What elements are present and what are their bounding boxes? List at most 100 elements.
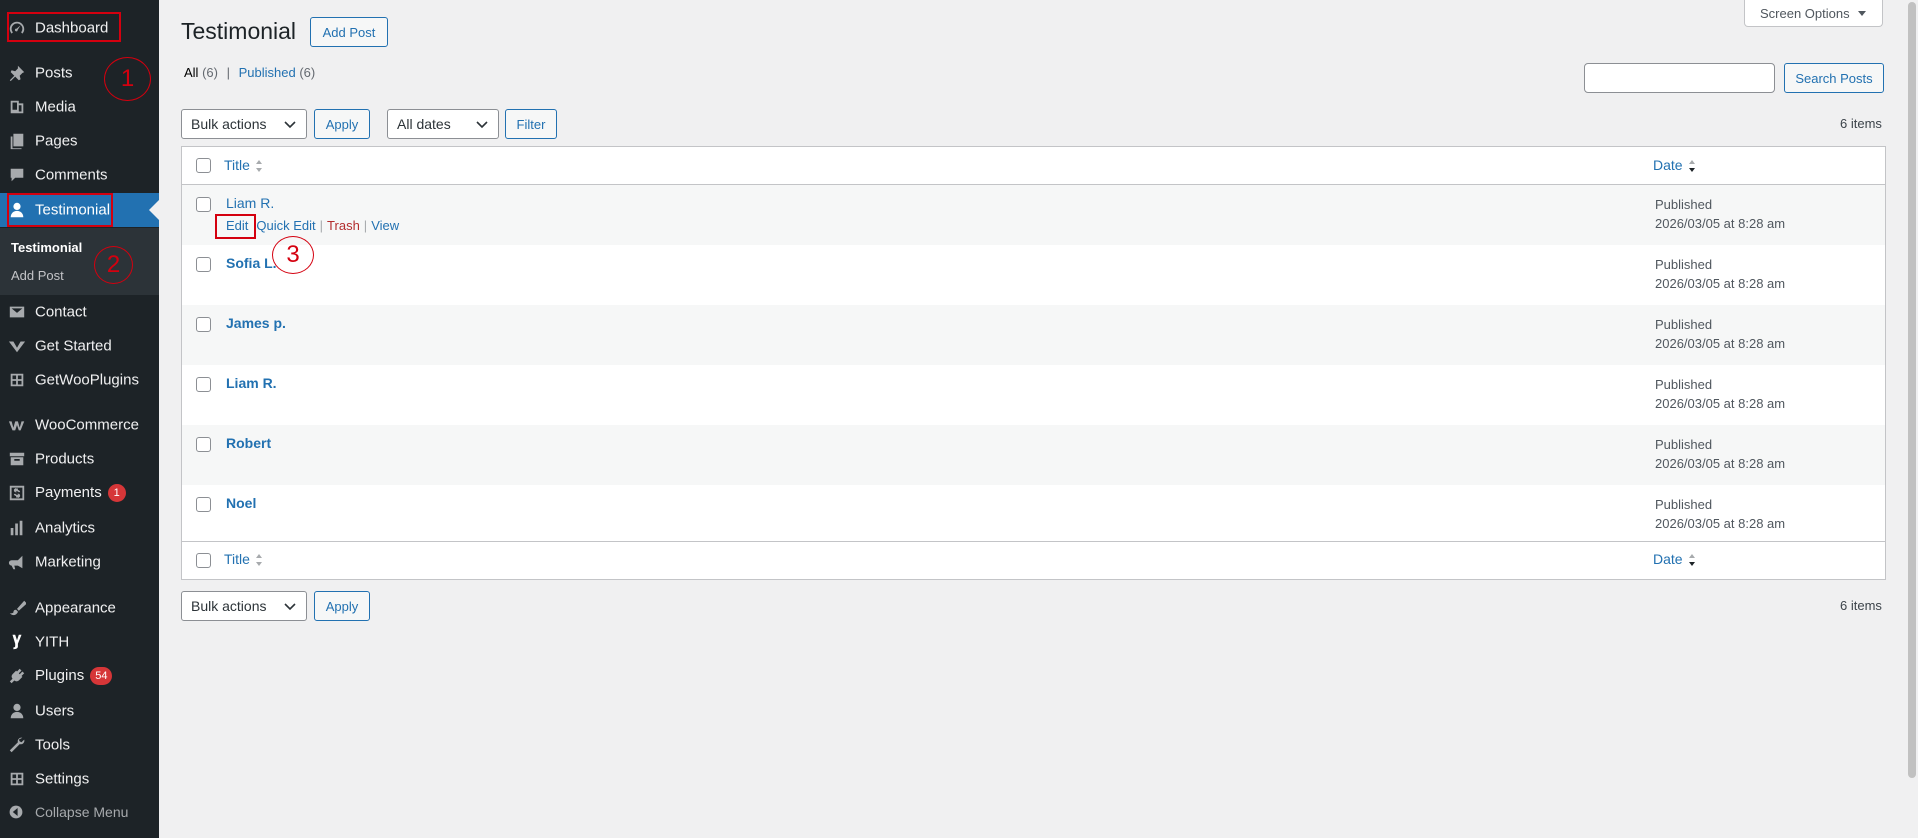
date-column-footer[interactable]: Date (1653, 551, 1696, 567)
screen-options-button[interactable]: Screen Options (1744, 0, 1883, 27)
date-filter-select[interactable]: All dates (387, 109, 499, 139)
trash-link[interactable]: Trash (327, 218, 360, 233)
publish-status: Published (1655, 257, 1713, 272)
menu-item-label: Payments 1 (35, 484, 126, 503)
sort-icon (255, 554, 262, 567)
publish-date: 2026/03/05 at 8:28 am (1655, 456, 1786, 471)
row-actions: Edit Quick Edit | Trash | View (226, 218, 399, 233)
menu-item-label: Comments (35, 166, 108, 184)
menu-item-analytics[interactable]: Analytics (0, 511, 159, 545)
users-icon (7, 701, 27, 721)
view-link[interactable]: View (371, 218, 399, 233)
dollar-icon (7, 483, 27, 503)
sort-desc-icon (1688, 554, 1695, 567)
menu-item-settings[interactable]: Settings (0, 762, 159, 796)
edit-link[interactable]: Edit (226, 218, 248, 233)
date-cell: Published 2026/03/05 at 8:28 am (1655, 315, 1785, 353)
title-column-footer[interactable]: Title (224, 551, 263, 567)
menu-item-marketing[interactable]: Marketing (0, 545, 159, 579)
post-title-link[interactable]: Liam R. (226, 195, 274, 211)
items-count: 6 items (1840, 116, 1882, 131)
post-title-link[interactable]: James p. (226, 315, 286, 331)
page-title: Testimonial (181, 18, 297, 44)
post-title-link[interactable]: Liam R. (226, 375, 277, 391)
apply-button-bottom[interactable]: Apply (314, 591, 370, 621)
current-menu-arrow (149, 200, 159, 220)
menu-item-media[interactable]: Media (0, 90, 159, 124)
search-posts-input[interactable] (1584, 63, 1775, 93)
publish-date: 2026/03/05 at 8:28 am (1655, 516, 1786, 531)
dashboard-icon (7, 18, 27, 38)
pin-icon (7, 63, 27, 83)
mail-icon (7, 302, 27, 322)
table-row: Noel Published 2026/03/05 at 8:28 am (182, 485, 1885, 545)
collapse-menu-button[interactable]: Collapse Menu (0, 800, 159, 826)
row-checkbox[interactable] (196, 497, 211, 512)
menu-item-label: Testimonial (35, 201, 111, 219)
vertical-scrollbar[interactable] (1906, 0, 1918, 838)
select-all-checkbox-footer[interactable] (196, 553, 211, 568)
menu-item-getwooplugins[interactable]: GetWooPlugins (0, 363, 159, 397)
publish-status: Published (1655, 437, 1713, 452)
menu-item-payments[interactable]: Payments 1 (0, 476, 159, 510)
menu-item-plugins[interactable]: Plugins 54 (0, 659, 159, 693)
caret-down-icon (1857, 10, 1866, 16)
submenu-item-testimonial[interactable]: Testimonial (11, 240, 82, 255)
row-checkbox[interactable] (196, 437, 211, 452)
view-published-count: (6) (299, 65, 316, 80)
filter-button[interactable]: Filter (505, 109, 557, 139)
menu-item-comments[interactable]: Comments (0, 158, 159, 192)
menu-item-posts[interactable]: Posts (0, 56, 159, 90)
title-column-header[interactable]: Title (224, 157, 263, 173)
menu-item-appearance[interactable]: Appearance (0, 591, 159, 625)
select-all-checkbox[interactable] (196, 158, 211, 173)
scrollbar-thumb[interactable] (1908, 2, 1916, 778)
menu-item-products[interactable]: Products (0, 442, 159, 476)
menu-item-pages[interactable]: Pages (0, 124, 159, 158)
post-title-link[interactable]: Robert (226, 435, 271, 451)
date-cell: Published 2026/03/05 at 8:28 am (1655, 195, 1785, 233)
menu-item-label: Pages (35, 132, 78, 150)
add-post-button[interactable]: Add Post (310, 17, 388, 47)
bulk-actions-select[interactable]: Bulk actions (181, 109, 307, 139)
post-title-link[interactable]: Sofia L. (226, 255, 277, 271)
publish-date: 2026/03/05 at 8:28 am (1655, 216, 1786, 231)
testimonial-submenu: Testimonial Add Post (0, 228, 159, 295)
publish-status: Published (1655, 497, 1713, 512)
menu-item-dashboard[interactable]: Dashboard (0, 11, 159, 45)
menu-item-tools[interactable]: Tools (0, 728, 159, 762)
media-icon (7, 97, 27, 117)
menu-item-label: YITH (35, 633, 70, 651)
submenu-item-add-post[interactable]: Add Post (11, 268, 64, 283)
menu-item-label: Appearance (35, 599, 116, 617)
row-checkbox[interactable] (196, 377, 211, 392)
publish-date: 2026/03/05 at 8:28 am (1655, 276, 1786, 291)
quick-edit-link[interactable]: Quick Edit (256, 218, 315, 233)
date-column-header[interactable]: Date (1653, 157, 1696, 173)
date-cell: Published 2026/03/05 at 8:28 am (1655, 375, 1785, 413)
menu-item-label: WooCommerce (35, 416, 139, 434)
menu-item-woocommerce[interactable]: WooCommerce (0, 408, 159, 442)
search-posts-button[interactable]: Search Posts (1784, 63, 1884, 93)
menu-item-label: Media (35, 98, 76, 116)
row-checkbox[interactable] (196, 317, 211, 332)
menu-item-label: Tools (35, 736, 71, 754)
bulk-actions-select-bottom[interactable]: Bulk actions (181, 591, 307, 621)
menu-item-contact[interactable]: Contact (0, 295, 159, 329)
row-action-separator: | (319, 218, 324, 233)
post-title-link[interactable]: Noel (226, 495, 256, 511)
menu-item-yith[interactable]: YITH (0, 625, 159, 659)
table-row: Sofia L. Published 2026/03/05 at 8:28 am (182, 245, 1885, 305)
view-published-link[interactable]: Published (239, 65, 296, 80)
brush-icon (7, 598, 27, 618)
view-all-link[interactable]: All (184, 65, 198, 80)
menu-item-testimonial[interactable]: Testimonial (0, 193, 159, 227)
menu-item-label: GetWooPlugins (35, 371, 139, 389)
menu-item-get-started[interactable]: Get Started (0, 329, 159, 363)
row-checkbox[interactable] (196, 257, 211, 272)
menu-item-users[interactable]: Users (0, 694, 159, 728)
apply-button[interactable]: Apply (314, 109, 370, 139)
update-count-badge: 54 (90, 667, 113, 686)
publish-status: Published (1655, 377, 1713, 392)
row-checkbox[interactable] (196, 197, 211, 212)
